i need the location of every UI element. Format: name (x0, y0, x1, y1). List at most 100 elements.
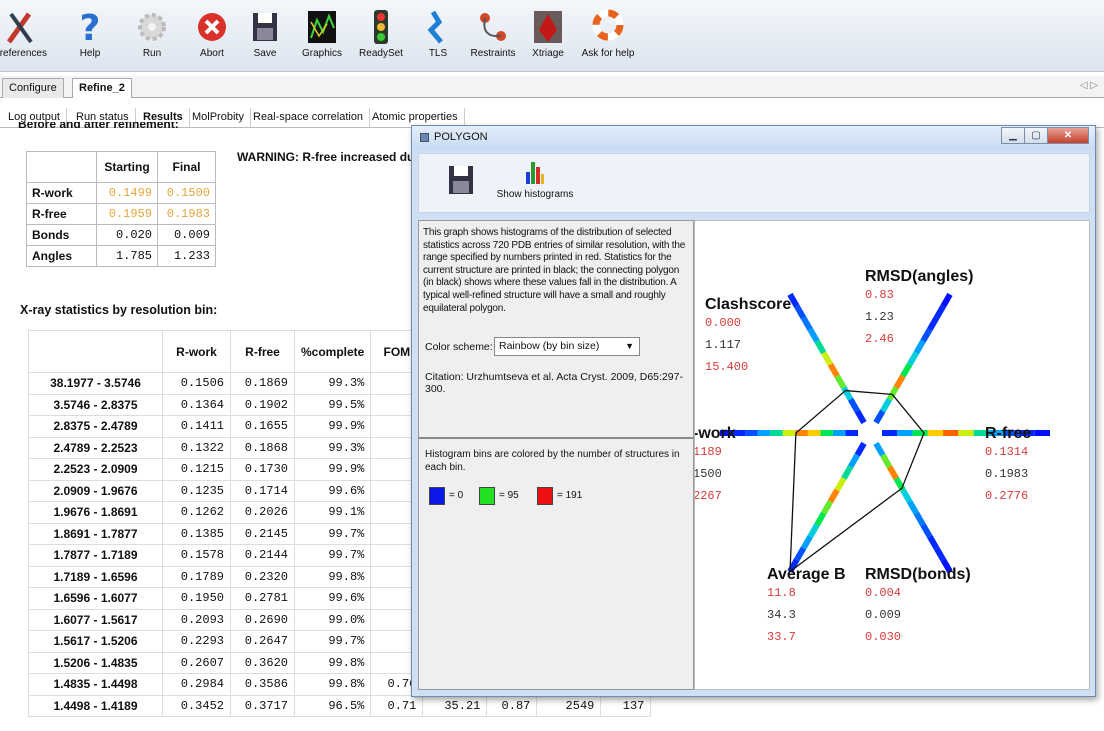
start-value: 0.1959 (96, 203, 158, 225)
axis-min-label: 11.8 (767, 586, 796, 600)
close-button[interactable]: ✕ (1047, 127, 1089, 144)
histogram-bin (940, 292, 953, 308)
graphics-icon (308, 11, 336, 43)
resolution-range: 38.1977 - 3.5746 (28, 372, 163, 395)
summary-table: Starting Final R-work 0.1499 0.1500 R-fr… (26, 151, 216, 267)
r-work-value: 0.2293 (162, 630, 231, 653)
polygon-window[interactable]: POLYGON ▁ ▢ ✕ Show histograms This graph s… (411, 125, 1096, 697)
histogram-bin (821, 351, 833, 366)
completeness-value: 99.8% (293, 565, 372, 588)
toolbar-label: Ask for help (581, 48, 635, 59)
abort-button[interactable]: Abort (182, 8, 242, 59)
completeness-value: 99.3% (293, 372, 372, 395)
show-histograms-button[interactable]: Show histograms (495, 158, 575, 200)
preferences-icon (6, 12, 33, 44)
r-work-value: 0.1411 (162, 415, 231, 438)
histogram-bin (841, 386, 854, 401)
completeness-value: 99.6% (293, 587, 372, 610)
minimize-button[interactable]: ▁ (1001, 127, 1025, 144)
r-work-value: 0.1262 (162, 501, 231, 524)
r-work-value: 0.1364 (162, 393, 231, 416)
table-row: 1.4498 - 1.4189 0.3452 0.3717 96.5% 0.71 35.2… (28, 694, 652, 717)
save-icon[interactable] (447, 164, 475, 196)
resolution-range: 1.6077 - 1.5617 (28, 608, 163, 631)
resolution-range: 2.0909 - 1.9676 (28, 479, 163, 502)
r-free-value: 0.2781 (230, 587, 295, 610)
r-free-value: 0.3717 (230, 694, 295, 717)
r-work-value: 0.2093 (162, 608, 231, 631)
final-value: 0.1983 (157, 203, 216, 225)
preferences-button[interactable]: Preferences (0, 8, 50, 59)
resolution-range: 1.9676 - 1.8691 (28, 501, 163, 524)
histogram-bin (880, 453, 893, 469)
completeness-value: 99.7% (293, 544, 372, 567)
citation-text: Citation: Urzhumtseva et al. Acta Cryst.… (425, 371, 683, 395)
histogram-bin (854, 441, 867, 457)
r-free-value: 0.2320 (230, 565, 295, 588)
header-cell: R-work (162, 330, 231, 373)
header-cell: %complete (293, 330, 372, 373)
r-work-value: 0.1215 (162, 458, 231, 481)
completeness-value: 99.7% (293, 630, 372, 653)
histogram-bin (814, 339, 827, 355)
histogram-bin (827, 488, 840, 504)
job-tab-bar: Configure Refine_2 ◁ ▷ (0, 76, 1104, 98)
maximize-button[interactable]: ▢ (1024, 127, 1048, 144)
legend-swatch-high (537, 487, 553, 505)
histogram-bin (821, 500, 833, 515)
histogram-bin (920, 523, 933, 539)
restraints-button[interactable]: Restraints (463, 8, 523, 59)
ask-for-help-button[interactable]: Ask for help (578, 8, 638, 59)
histogram-bin (933, 304, 946, 320)
histogram-bin (807, 327, 820, 343)
axis-value-label: 1.117 (705, 338, 741, 352)
help-button[interactable]: ? Help (60, 8, 120, 59)
histogram-bin (834, 476, 847, 492)
row-label: Bonds (26, 224, 97, 246)
save-button[interactable]: Save (235, 8, 295, 59)
axis-name-label: RMSD(angles) (865, 268, 973, 285)
tab-scroll-arrows[interactable]: ◁ ▷ (1080, 80, 1098, 91)
r-work-value: 0.1950 (162, 587, 231, 610)
r-free-value: 0.1655 (230, 415, 295, 438)
tab-real-space-correlation[interactable]: Real-space correlation (247, 108, 371, 128)
completeness-value: 99.0% (293, 608, 372, 631)
r-work-value: 0.3452 (162, 694, 231, 717)
final-value: 0.1500 (157, 182, 216, 204)
axis-name-label: R-free (985, 425, 1031, 442)
r-free-value: 0.3620 (230, 651, 295, 674)
histogram-bin (794, 304, 807, 320)
histogram-bin (873, 409, 886, 425)
r-free-value: 0.2690 (230, 608, 295, 631)
toolbar-label: ReadySet (359, 48, 403, 59)
graphics-button[interactable]: Graphics (292, 8, 352, 59)
color-scheme-select[interactable]: Rainbow (by bin size) ▼ (494, 337, 640, 356)
final-value: 1.233 (157, 245, 216, 267)
traffic-light-icon (374, 10, 388, 44)
header-cell: R-free (230, 330, 295, 373)
xtriage-button[interactable]: Xtriage (518, 8, 578, 59)
r-free-value: 0.2144 (230, 544, 295, 567)
tab-configure[interactable]: Configure (2, 78, 64, 98)
axis-min-label: 1189 (695, 445, 722, 459)
r-work-value: 0.1789 (162, 565, 231, 588)
axis-value-label: 1500 (695, 467, 722, 481)
r-free-value: 0.2145 (230, 522, 295, 545)
window-app-icon (420, 133, 429, 142)
header-cell (26, 151, 97, 183)
header-cell (28, 330, 163, 373)
tls-button[interactable]: TLS (408, 8, 468, 59)
readyset-button[interactable]: ReadySet (351, 8, 411, 59)
resolution-range: 1.5617 - 1.5206 (28, 630, 163, 653)
toolbar-label: Run (142, 48, 162, 59)
tab-refine-2[interactable]: Refine_2 (72, 78, 132, 98)
tab-molprobity[interactable]: MolProbity (186, 108, 251, 128)
info-pane: This graph shows histograms of the distr… (418, 220, 694, 690)
window-titlebar[interactable]: POLYGON ▁ ▢ ✕ (412, 126, 1095, 150)
legend-swatch-low (429, 487, 445, 505)
axis-value-label: 1.23 (865, 310, 894, 324)
axis-value-label: 0.1983 (985, 467, 1028, 481)
pane-divider[interactable] (419, 437, 693, 439)
axis-max-label: 15.400 (705, 360, 748, 374)
run-button[interactable]: Run (122, 8, 182, 59)
